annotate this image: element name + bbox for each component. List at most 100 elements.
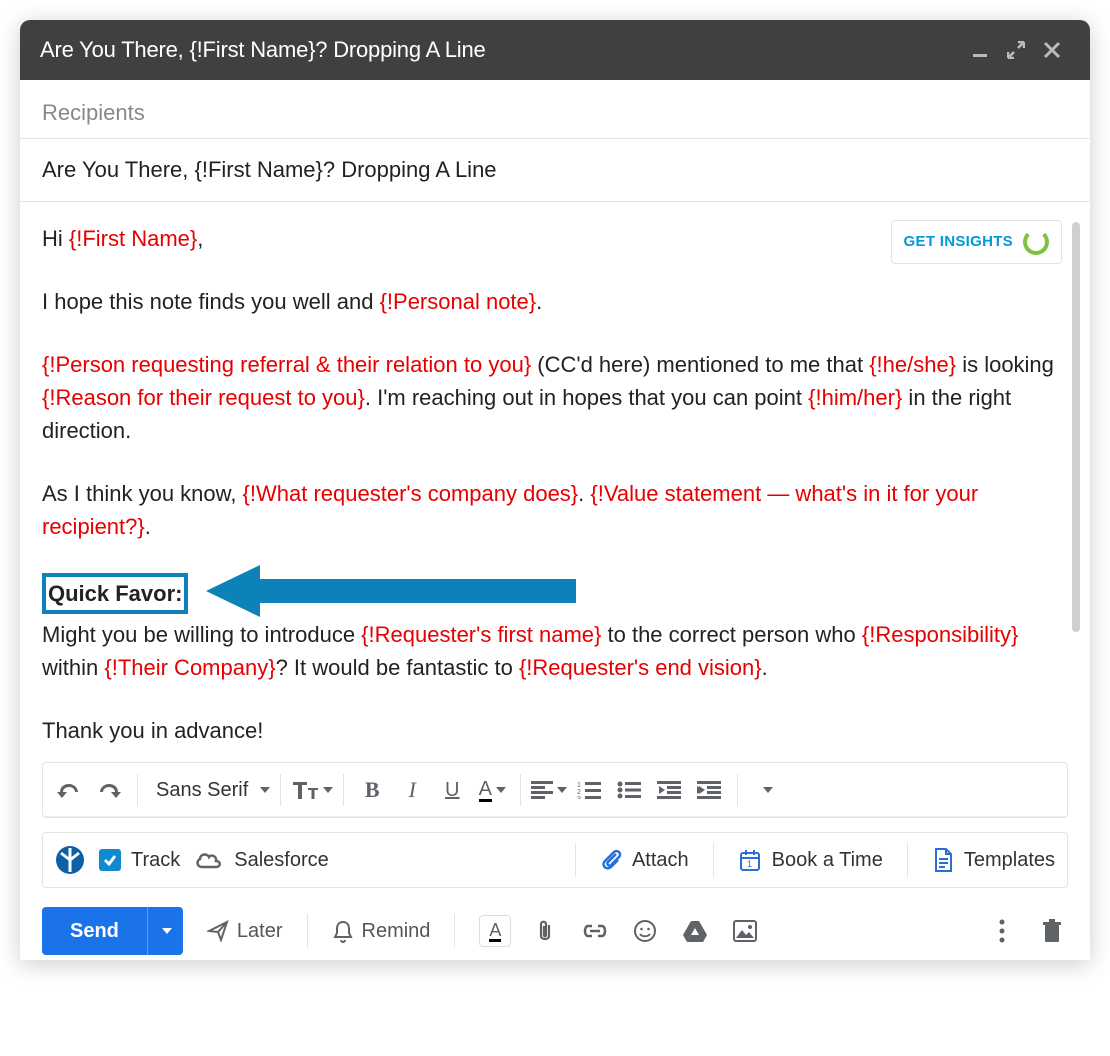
emoji-icon bbox=[633, 919, 657, 943]
merge-field: {!Personal note} bbox=[380, 289, 537, 314]
text: . I'm reaching out in hopes that you can… bbox=[365, 385, 808, 410]
divider bbox=[307, 914, 308, 948]
bold-icon: B bbox=[365, 777, 380, 803]
chevron-down-icon bbox=[162, 928, 172, 934]
body-paragraph: I hope this note finds you well and {!Pe… bbox=[42, 285, 1068, 318]
merge-field: {!Requester's end vision} bbox=[519, 655, 762, 680]
text: As I think you know, bbox=[42, 481, 243, 506]
divider bbox=[520, 774, 521, 806]
italic-button[interactable]: I bbox=[394, 770, 430, 810]
get-insights-button[interactable]: GET INSIGHTS bbox=[891, 220, 1062, 264]
text: is looking bbox=[956, 352, 1054, 377]
merge-field: {!him/her} bbox=[808, 385, 902, 410]
merge-field: {!What requester's company does} bbox=[243, 481, 579, 506]
plugin-bar: Track Salesforce Attach 1 Book a Time Te… bbox=[42, 832, 1068, 888]
underline-button[interactable]: U bbox=[434, 770, 470, 810]
fullscreen-button[interactable] bbox=[998, 20, 1034, 80]
remind-button[interactable]: Remind bbox=[318, 907, 445, 955]
more-formatting-button[interactable] bbox=[748, 770, 784, 810]
divider bbox=[343, 774, 344, 806]
divider bbox=[575, 843, 576, 877]
merge-field: {!Their Company} bbox=[104, 655, 275, 680]
svg-text:2: 2 bbox=[577, 789, 581, 796]
font-name-label: Sans Serif bbox=[148, 779, 256, 802]
divider bbox=[454, 914, 455, 948]
redo-icon bbox=[97, 780, 121, 800]
scrollbar[interactable] bbox=[1072, 222, 1080, 632]
body-paragraph: {!Person requesting referral & their rel… bbox=[42, 348, 1068, 447]
bulleted-list-button[interactable] bbox=[611, 770, 647, 810]
recipients-field[interactable]: Recipients bbox=[20, 80, 1090, 139]
send-options-button[interactable] bbox=[147, 907, 183, 955]
bold-button[interactable]: B bbox=[354, 770, 390, 810]
divider bbox=[137, 774, 138, 806]
attach-button[interactable]: Attach bbox=[600, 847, 689, 873]
body-paragraph: Thank you in advance! bbox=[42, 714, 1068, 747]
insert-emoji-button[interactable] bbox=[629, 915, 661, 947]
undo-icon bbox=[57, 780, 81, 800]
insert-photo-button[interactable] bbox=[729, 915, 761, 947]
drive-icon bbox=[682, 920, 708, 942]
checkbox-checked-icon bbox=[99, 849, 121, 871]
bell-icon bbox=[332, 919, 354, 943]
redo-button[interactable] bbox=[91, 770, 127, 810]
trash-icon bbox=[1042, 919, 1062, 943]
spinner-icon bbox=[1023, 229, 1049, 255]
close-button[interactable] bbox=[1034, 20, 1070, 80]
italic-icon: I bbox=[409, 777, 416, 803]
yesware-button[interactable] bbox=[55, 845, 85, 875]
send-split-button: Send bbox=[42, 907, 183, 955]
chevron-down-icon bbox=[557, 787, 567, 793]
insert-link-button[interactable] bbox=[579, 915, 611, 947]
text: . bbox=[762, 655, 768, 680]
text: ? It would be fantastic to bbox=[276, 655, 519, 680]
svg-text:1: 1 bbox=[747, 859, 752, 869]
minimize-icon bbox=[972, 42, 988, 58]
svg-text:1: 1 bbox=[577, 782, 581, 789]
close-icon bbox=[1043, 41, 1061, 59]
text: (CC'd here) mentioned to me that bbox=[531, 352, 869, 377]
templates-label: Templates bbox=[964, 849, 1055, 872]
send-button[interactable]: Send bbox=[42, 907, 147, 955]
body-paragraph: As I think you know, {!What requester's … bbox=[42, 477, 1068, 543]
indent-icon bbox=[697, 781, 721, 799]
chevron-down-icon bbox=[323, 787, 333, 793]
text: . bbox=[536, 289, 542, 314]
merge-field: {!he/she} bbox=[869, 352, 956, 377]
track-toggle[interactable]: Track bbox=[99, 849, 180, 872]
email-body-editor[interactable]: GET INSIGHTS Hi {!First Name}, I hope th… bbox=[20, 202, 1090, 762]
numbered-list-button[interactable]: 123 bbox=[571, 770, 607, 810]
minimize-button[interactable] bbox=[962, 20, 998, 80]
attach-file-button[interactable] bbox=[529, 915, 561, 947]
font-family-dropdown[interactable]: Sans Serif bbox=[148, 770, 270, 810]
text: within bbox=[42, 655, 104, 680]
text-color-dropdown[interactable]: A bbox=[474, 770, 510, 810]
indent-more-button[interactable] bbox=[691, 770, 727, 810]
insert-drive-button[interactable] bbox=[679, 915, 711, 947]
align-left-icon bbox=[531, 781, 553, 799]
salesforce-label: Salesforce bbox=[234, 849, 329, 872]
send-later-button[interactable]: Later bbox=[193, 907, 297, 955]
undo-button[interactable] bbox=[51, 770, 87, 810]
merge-field: {!Requester's first name} bbox=[361, 622, 601, 647]
compose-window: Are You There, {!First Name}? Dropping A… bbox=[20, 20, 1090, 960]
salesforce-button[interactable]: Salesforce bbox=[194, 849, 329, 872]
subject-field[interactable]: Are You There, {!First Name}? Dropping A… bbox=[20, 139, 1090, 202]
book-time-button[interactable]: 1 Book a Time bbox=[738, 848, 883, 872]
text-size-icon bbox=[291, 779, 319, 801]
more-options-button[interactable] bbox=[986, 915, 1018, 947]
expand-icon bbox=[1007, 41, 1025, 59]
text: to the correct person who bbox=[601, 622, 861, 647]
templates-button[interactable]: Templates bbox=[932, 847, 1055, 873]
send-bar: Send Later Remind A bbox=[42, 902, 1068, 960]
discard-draft-button[interactable] bbox=[1036, 915, 1068, 947]
formatting-button[interactable]: A bbox=[479, 915, 511, 947]
text-color-icon: A bbox=[479, 779, 492, 802]
align-dropdown[interactable] bbox=[531, 770, 567, 810]
remind-label: Remind bbox=[362, 920, 431, 943]
font-size-dropdown[interactable] bbox=[291, 770, 333, 810]
merge-field: {!Person requesting referral & their rel… bbox=[42, 352, 531, 377]
indent-less-button[interactable] bbox=[651, 770, 687, 810]
yesware-icon bbox=[55, 845, 85, 875]
underline-icon: U bbox=[445, 779, 459, 802]
